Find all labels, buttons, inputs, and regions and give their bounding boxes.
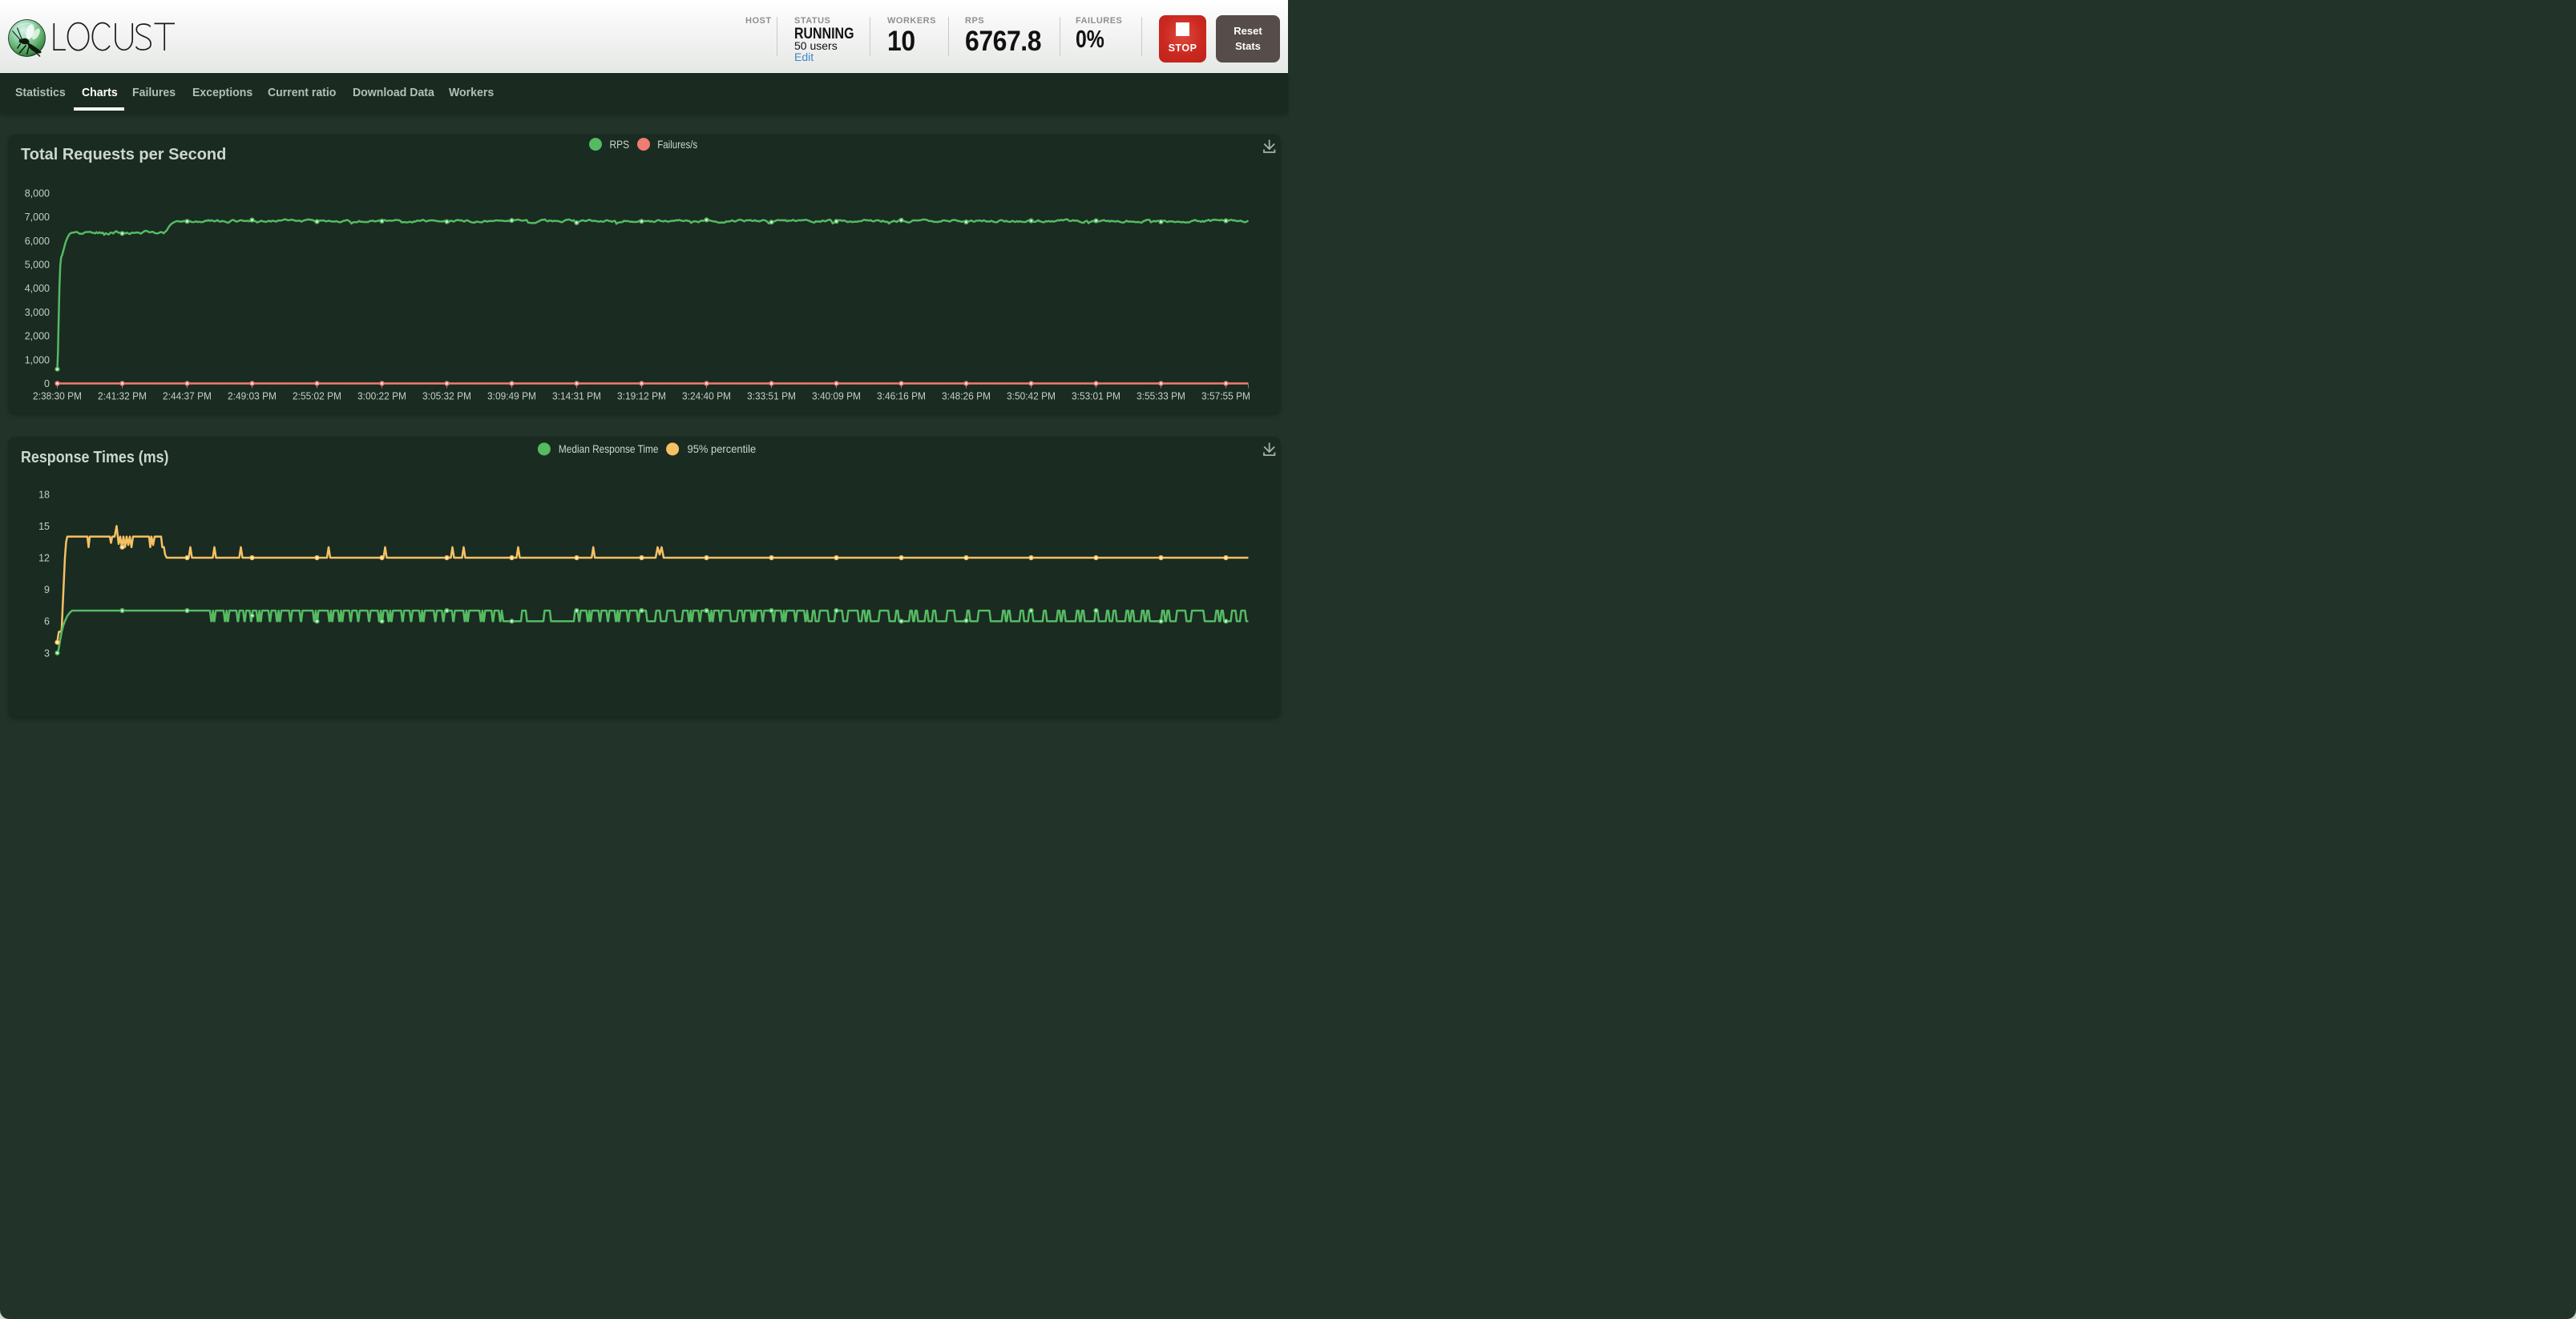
svg-text:Failures/s: Failures/s xyxy=(657,137,697,150)
svg-text:RPS: RPS xyxy=(609,137,629,150)
svg-text:2:55:02 PM: 2:55:02 PM xyxy=(293,390,341,401)
svg-text:9: 9 xyxy=(44,584,50,595)
svg-text:3:00:22 PM: 3:00:22 PM xyxy=(357,390,406,401)
svg-text:3:55:33 PM: 3:55:33 PM xyxy=(1137,390,1185,401)
svg-text:4,000: 4,000 xyxy=(24,283,49,294)
svg-text:1,000: 1,000 xyxy=(24,354,49,365)
svg-text:18: 18 xyxy=(38,489,50,500)
svg-text:0: 0 xyxy=(44,378,50,389)
svg-text:12: 12 xyxy=(38,553,50,564)
svg-text:3:33:51 PM: 3:33:51 PM xyxy=(747,390,796,401)
svg-text:3:24:40 PM: 3:24:40 PM xyxy=(682,390,731,401)
svg-text:2:49:03 PM: 2:49:03 PM xyxy=(228,390,277,401)
svg-text:3:19:12 PM: 3:19:12 PM xyxy=(617,390,666,401)
svg-text:3:46:16 PM: 3:46:16 PM xyxy=(877,390,926,401)
svg-text:3:14:31 PM: 3:14:31 PM xyxy=(552,390,601,401)
svg-text:95% percentile: 95% percentile xyxy=(687,442,756,455)
svg-text:3:50:42 PM: 3:50:42 PM xyxy=(1007,390,1056,401)
svg-text:2:44:37 PM: 2:44:37 PM xyxy=(163,390,212,401)
svg-text:2,000: 2,000 xyxy=(24,330,49,341)
svg-text:3:05:32 PM: 3:05:32 PM xyxy=(422,390,471,401)
svg-text:6: 6 xyxy=(44,616,50,627)
svg-text:3: 3 xyxy=(44,647,50,659)
svg-text:3:40:09 PM: 3:40:09 PM xyxy=(812,390,861,401)
svg-text:Response Times (ms): Response Times (ms) xyxy=(21,449,169,466)
svg-text:Median Response Time: Median Response Time xyxy=(558,442,658,455)
svg-text:5,000: 5,000 xyxy=(24,259,49,270)
svg-text:3,000: 3,000 xyxy=(24,306,49,317)
svg-text:2:41:32 PM: 2:41:32 PM xyxy=(98,390,147,401)
svg-text:8,000: 8,000 xyxy=(24,188,49,199)
svg-text:3:57:55 PM: 3:57:55 PM xyxy=(1201,390,1250,401)
svg-text:15: 15 xyxy=(38,521,50,532)
svg-text:2:38:30 PM: 2:38:30 PM xyxy=(33,390,82,401)
svg-text:3:09:49 PM: 3:09:49 PM xyxy=(487,390,536,401)
svg-text:6,000: 6,000 xyxy=(24,235,49,246)
svg-text:3:53:01 PM: 3:53:01 PM xyxy=(1072,390,1120,401)
svg-text:3:48:26 PM: 3:48:26 PM xyxy=(942,390,991,401)
svg-text:Total Requests per Second: Total Requests per Second xyxy=(21,146,226,163)
svg-text:7,000: 7,000 xyxy=(24,212,49,223)
